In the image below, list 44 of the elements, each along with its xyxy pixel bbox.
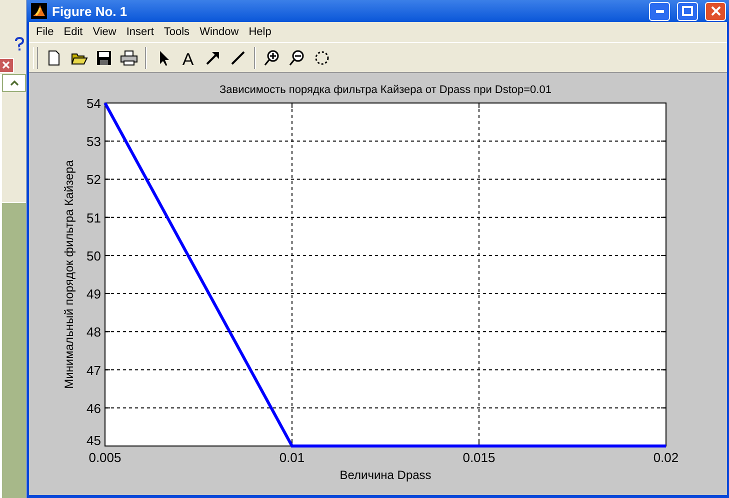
zoom-in-icon[interactable] — [263, 48, 281, 66]
rotate-icon[interactable] — [313, 48, 331, 66]
tick-label: 53 — [86, 134, 101, 150]
caret-icon — [10, 80, 18, 86]
tick-label: 45 — [86, 433, 101, 448]
tick-label: 48 — [86, 324, 101, 340]
tick-label: 47 — [86, 362, 101, 378]
app-logo-icon — [31, 3, 47, 19]
maximize-button[interactable] — [677, 2, 698, 20]
menu-item[interactable]: Window — [194, 26, 244, 38]
scroll-up-button[interactable] — [2, 74, 26, 92]
minimize-button[interactable] — [649, 2, 670, 20]
menu-item[interactable]: Edit — [58, 26, 88, 38]
menu-item[interactable]: Insert — [121, 26, 159, 38]
close-button[interactable] — [705, 2, 726, 20]
help-icon[interactable] — [15, 37, 24, 51]
close-button[interactable] — [0, 58, 14, 72]
text-tool-icon[interactable]: A — [179, 48, 197, 66]
minimize-icon — [656, 10, 664, 12]
menu-item[interactable]: File — [31, 26, 59, 38]
tick-label: 0.005 — [88, 450, 122, 465]
menu-item[interactable]: Help — [244, 26, 276, 38]
tick-label: 50 — [86, 248, 101, 264]
tick-label: 0.015 — [462, 450, 496, 465]
axis-label: Минимальный порядок фильтра Кайзера — [62, 160, 76, 389]
tick-label: 0.02 — [653, 450, 679, 465]
zoom-out-icon[interactable] — [288, 48, 306, 66]
chart-title: Зависимость порядка фильтра Кайзера от Dpass при Dstop=0.01 — [220, 84, 552, 96]
menu-item[interactable]: Tools — [158, 26, 195, 38]
window-title: Figure No. 1 — [52, 4, 128, 18]
axis-label: Величина Dpass — [340, 468, 432, 482]
printer-icon[interactable] — [120, 48, 138, 66]
tick-label: 51 — [86, 210, 101, 226]
save-icon[interactable] — [95, 48, 113, 66]
line-icon[interactable] — [229, 48, 247, 66]
tick-label: 49 — [86, 286, 101, 302]
tick-label: 54 — [86, 96, 101, 111]
tick-label: 0.01 — [279, 450, 305, 465]
close-icon — [710, 6, 720, 16]
tick-label: 46 — [86, 400, 101, 416]
close-icon — [2, 61, 10, 69]
menu-item[interactable]: View — [88, 26, 122, 38]
maximize-icon — [682, 6, 693, 16]
tick-label: 52 — [86, 172, 101, 188]
